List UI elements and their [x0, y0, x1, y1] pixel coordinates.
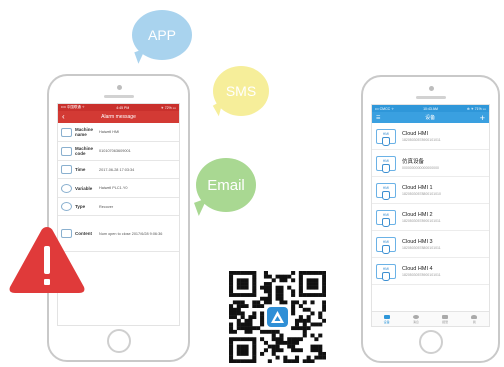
- app-bubble: APP: [132, 10, 192, 60]
- status-carrier: ••• CMCC ✧: [375, 106, 395, 111]
- tab-alarms[interactable]: 报警: [431, 312, 460, 326]
- device-serial: 18205030578800101010: [402, 191, 441, 196]
- warning-triangle-icon: [9, 227, 85, 293]
- device-name: Cloud HMI 2: [402, 211, 433, 218]
- device-serial: 18205030578900101011: [402, 137, 441, 142]
- speaker-grille: [415, 96, 446, 99]
- message-tab-icon: [412, 314, 419, 319]
- device-phone: ••• CMCC ✧ 10:43 AM ⊕ ✈ 71% ▭ ☰ 设备 + HMI…: [361, 75, 500, 363]
- tab-label: 报警: [442, 319, 449, 324]
- alarm-tab-icon: [442, 314, 449, 319]
- status-battery: ✈ 72% ▭: [160, 105, 176, 110]
- email-bubble: Email: [196, 158, 256, 212]
- alarm-phone: •••• 中国联通 ✧ 4:45 PM ✈ 72% ▭ ‹ Alarm mess…: [47, 74, 190, 362]
- sms-bubble-label: SMS: [225, 83, 257, 99]
- add-device-button[interactable]: +: [480, 113, 485, 123]
- device-name: Cloud HMI: [402, 130, 428, 137]
- device-name: Cloud HMI 1: [402, 184, 433, 191]
- alarm-row-time: Time 2017-06-28 17:03:34: [58, 161, 179, 179]
- device-item[interactable]: HMI Cloud HMI 1 18205030578800101010: [372, 177, 489, 204]
- page-title: 设备: [425, 115, 436, 121]
- tab-label: 消息: [412, 319, 419, 324]
- row-value: Num open to close 2017/6/28 9:06:36: [99, 231, 163, 236]
- hmi-touch-icon: HMI: [376, 236, 396, 254]
- tab-messages[interactable]: 消息: [401, 312, 430, 326]
- bottom-tab-bar: 设备 消息 报警 我: [372, 311, 489, 326]
- hmi-touch-icon: HMI: [376, 128, 396, 146]
- hmi-touch-icon: HMI: [376, 209, 396, 227]
- tab-label: 我: [472, 319, 476, 324]
- tab-devices[interactable]: 设备: [372, 312, 401, 326]
- device-item[interactable]: HMI Cloud HMI 4 18205030578900101011: [372, 258, 489, 285]
- device-item[interactable]: HMI Cloud HMI 3 18205030578800101011: [372, 231, 489, 258]
- status-carrier: •••• 中国联通 ✧: [61, 105, 85, 109]
- back-icon[interactable]: ‹: [62, 111, 65, 123]
- monitor-icon: [61, 127, 72, 137]
- device-serial: 18205030578900101011: [402, 218, 441, 223]
- row-value: 010107063609001: [99, 149, 131, 153]
- row-value: Haiwell HMI: [99, 130, 120, 134]
- device-screen: ••• CMCC ✧ 10:43 AM ⊕ ✈ 71% ▭ ☰ 设备 + HMI…: [371, 104, 490, 327]
- camera-dot: [116, 85, 122, 90]
- alarm-row-variable: Variable Haiwell PLC1.Y0: [58, 179, 179, 198]
- row-label: Machine name: [75, 127, 94, 137]
- status-bar: ••• CMCC ✧ 10:43 AM ⊕ ✈ 71% ▭: [372, 105, 489, 112]
- row-value: Recover: [99, 204, 114, 209]
- page-title: Alarm message: [101, 114, 136, 120]
- status-battery: ⊕ ✈ 71% ▭: [466, 106, 486, 111]
- row-label: Type: [75, 204, 86, 209]
- home-button[interactable]: [106, 329, 131, 353]
- app-bubble-label: APP: [147, 27, 176, 43]
- speaker-grille: [103, 95, 134, 98]
- nav-bar: ‹ Alarm message: [58, 111, 179, 123]
- info-icon: [61, 202, 72, 211]
- menu-icon[interactable]: ☰: [376, 115, 380, 121]
- tab-label: 设备: [383, 319, 390, 324]
- status-time: 4:45 PM: [116, 105, 130, 110]
- hmi-touch-icon: HMI: [376, 182, 396, 200]
- row-label: Machine code: [75, 146, 94, 156]
- status-time: 10:43 AM: [423, 106, 438, 111]
- device-name: Cloud HMI 4: [402, 265, 433, 272]
- hmi-touch-icon: HMI: [376, 155, 396, 173]
- status-bar: •••• 中国联通 ✧ 4:45 PM ✈ 72% ▭: [58, 104, 179, 111]
- device-serial: 0000000000000000000: [402, 165, 439, 170]
- device-tab-icon: [383, 314, 390, 319]
- device-serial: 18205030578800101011: [402, 245, 441, 250]
- qr-code: [229, 271, 326, 363]
- alarm-row-type: Type Recover: [58, 198, 179, 216]
- hmi-touch-icon: HMI: [376, 263, 396, 281]
- device-item[interactable]: HMI Cloud HMI 2 18205030578900101011: [372, 204, 489, 231]
- email-bubble-label: Email: [207, 176, 245, 194]
- tab-me[interactable]: 我: [460, 312, 489, 326]
- row-label: Time: [75, 167, 86, 172]
- camera-dot: [428, 86, 434, 91]
- home-button[interactable]: [418, 330, 443, 354]
- row-label: Variable: [75, 185, 93, 191]
- device-item[interactable]: HMI Cloud HMI 18205030578900101011: [372, 123, 489, 150]
- device-serial: 18205030578900101011: [402, 272, 441, 277]
- person-tab-icon: [471, 314, 478, 319]
- row-value: Haiwell PLC1.Y0: [99, 186, 128, 190]
- device-item[interactable]: HMI 仿真设备 0000000000000000000: [372, 150, 489, 177]
- variable-icon: [61, 183, 72, 193]
- alarm-row-machine-name: Machine name Haiwell HMI: [58, 123, 179, 142]
- row-value: 2017-06-28 17:03:34: [99, 167, 135, 172]
- device-name: 仿真设备: [402, 158, 425, 165]
- clock-icon: [61, 165, 72, 174]
- barcode-icon: [61, 146, 72, 156]
- device-name: Cloud HMI 3: [402, 238, 433, 245]
- alarm-row-machine-code: Machine code 010107063609001: [58, 142, 179, 161]
- nav-bar: ☰ 设备 +: [372, 112, 489, 123]
- sms-bubble: SMS: [213, 66, 269, 116]
